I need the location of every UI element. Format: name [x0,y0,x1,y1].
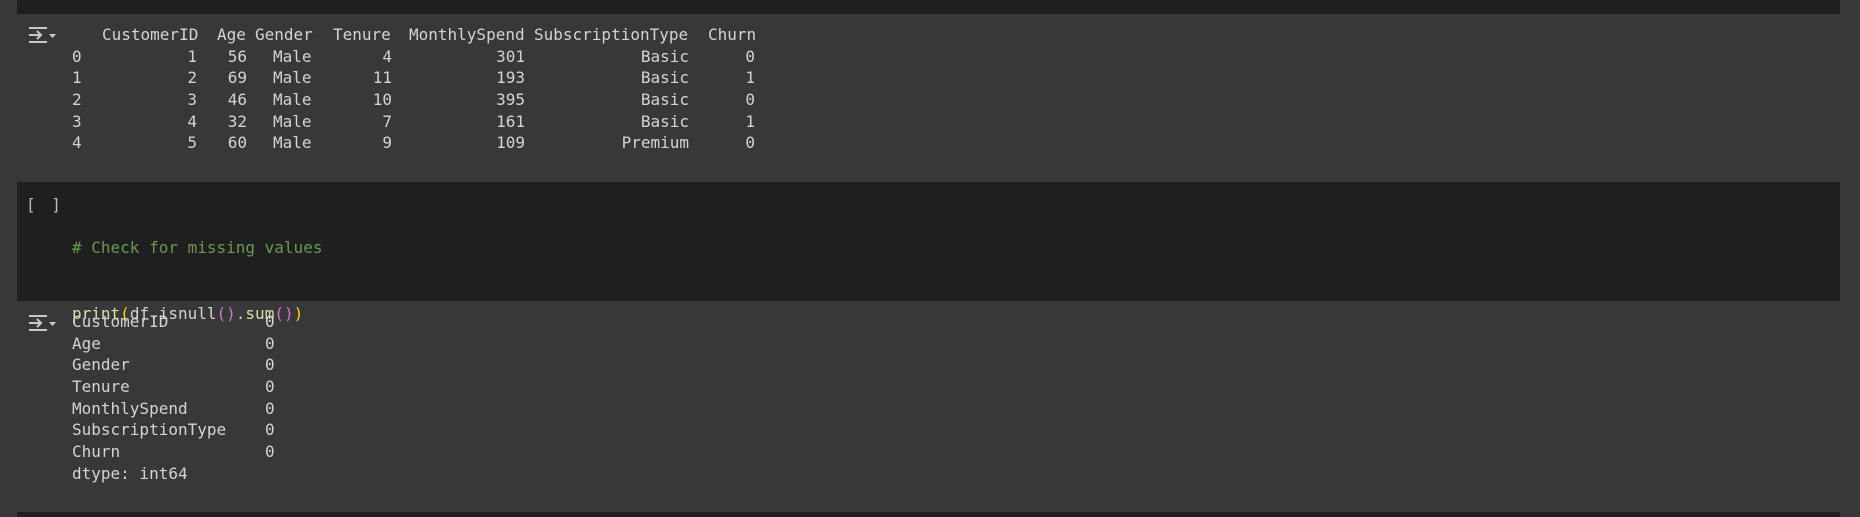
series-value: 0 [265,442,275,462]
row-index: 0 [72,46,82,66]
dtype-label: dtype: int64 [72,463,188,483]
column-header: MonthlySpend [409,25,525,44]
series-index-label: Churn [72,442,121,462]
series-index-label: Age [72,333,101,353]
series-index-label: SubscriptionType [72,420,227,440]
table-cell: 395 [496,90,525,110]
table-cell: 9 [382,133,392,153]
table-cell: Male [273,68,312,88]
column-header: Age [217,25,246,44]
row-index: 3 [72,111,82,131]
table-cell: Basic [640,46,689,66]
table-cell: Male [273,90,312,110]
table-cell: Basic [640,90,689,110]
table-cell: 5 [187,133,197,153]
series-index-label: MonthlySpend [72,398,188,418]
column-header: CustomerID [102,25,199,44]
table-cell: 1 [187,46,197,66]
series-index-label: Gender [72,355,130,375]
table-cell: Male [273,133,312,153]
table-cell: 0 [745,133,755,153]
table-cell: 56 [227,46,247,66]
series-value: 0 [265,398,275,418]
series-value: 0 [265,420,275,440]
table-cell: Basic [640,111,689,131]
column-header: Tenure [333,25,391,44]
table-cell: 0 [745,90,755,110]
code-editor[interactable]: # Check for missing values print(df.isnu… [72,194,322,368]
row-index: 2 [72,90,82,110]
table-cell: 1 [745,111,755,131]
table-cell: Male [273,46,312,66]
table-cell: 69 [227,68,247,88]
run-cell-button[interactable]: [ ] [26,194,61,216]
series-value: 0 [265,333,275,353]
output-toggle-icon[interactable] [27,24,57,46]
table-cell: 4 [187,111,197,131]
code-line-comment: # Check for missing values [72,238,323,258]
row-index: 4 [72,133,82,153]
column-header: Churn [708,25,757,44]
table-cell: 109 [496,133,525,153]
table-cell: 3 [187,90,197,110]
previous-code-cell[interactable] [17,0,1840,14]
table-cell: 46 [227,90,247,110]
table-cell: 32 [227,111,247,131]
series-value: 0 [265,355,275,375]
table-cell: 0 [745,46,755,66]
table-cell: 2 [187,68,197,88]
table-cell: 161 [496,111,525,131]
table-cell: 4 [382,46,392,66]
notebook-page: CustomerID Age Gender Tenure MonthlySpen… [0,0,1860,517]
series-index-label: Tenure [72,377,130,397]
series-index-label: CustomerID [72,312,169,331]
table-cell: 7 [382,111,392,131]
series-value: 0 [265,312,275,331]
table-cell: 1 [745,68,755,88]
next-code-cell[interactable] [17,512,1840,517]
table-cell: Premium [621,133,689,153]
column-header: SubscriptionType [534,25,689,44]
table-cell: 60 [227,133,247,153]
column-header: Gender [255,25,313,44]
table-cell: 301 [496,46,525,66]
output-toggle-icon[interactable] [27,312,57,334]
row-index: 1 [72,68,82,88]
table-cell: 10 [372,90,392,110]
series-value: 0 [265,377,275,397]
table-cell: 193 [496,68,525,88]
table-cell: Basic [640,68,689,88]
table-cell: 11 [372,68,392,88]
table-cell: Male [273,111,312,131]
